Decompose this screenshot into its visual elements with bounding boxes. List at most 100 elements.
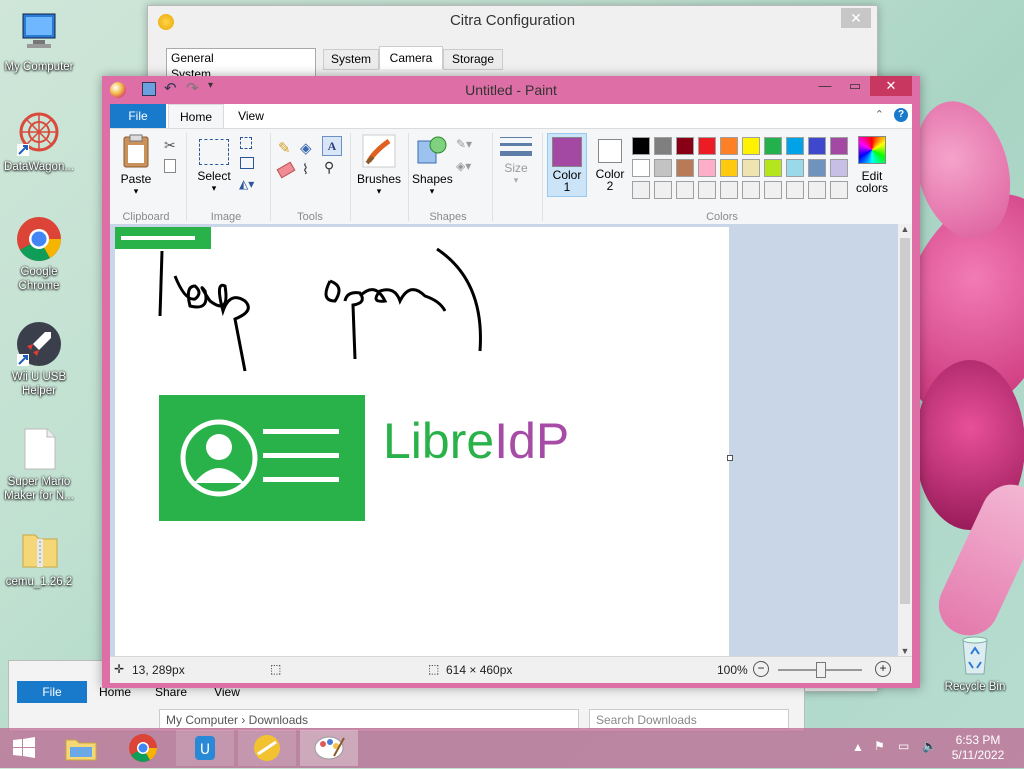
- svg-text:U: U: [200, 742, 210, 758]
- taskbar-file-explorer[interactable]: [52, 730, 110, 766]
- close-button[interactable]: ✕: [870, 76, 912, 96]
- palette-swatch[interactable]: [764, 137, 782, 155]
- maximize-button[interactable]: ▭: [840, 76, 870, 96]
- zoom-in-button[interactable]: +: [875, 661, 891, 677]
- palette-swatch[interactable]: [830, 159, 848, 177]
- citra-icon: [254, 735, 280, 761]
- palette-swatch[interactable]: [654, 159, 672, 177]
- crop-icon[interactable]: [240, 137, 252, 149]
- fill-icon[interactable]: ◈: [300, 139, 312, 157]
- show-hidden-icons[interactable]: ▲: [852, 740, 864, 754]
- palette-swatch[interactable]: [808, 137, 826, 155]
- custom-color-slot[interactable]: [786, 181, 804, 199]
- citra-close-button[interactable]: ✕: [841, 8, 871, 28]
- palette-swatch[interactable]: [742, 137, 760, 155]
- taskbar-chrome[interactable]: [114, 730, 172, 766]
- resize-icon[interactable]: [240, 157, 254, 169]
- palette-swatch[interactable]: [676, 137, 694, 155]
- minimize-button[interactable]: —: [810, 76, 840, 96]
- drawing-canvas[interactable]: LibreIdP: [115, 227, 733, 656]
- palette-swatch[interactable]: [720, 137, 738, 155]
- taskbar-wii-u-usb-helper[interactable]: U: [176, 730, 234, 766]
- palette-swatch[interactable]: [676, 159, 694, 177]
- desktop-icon-recycle-bin[interactable]: Recycle Bin: [938, 630, 1012, 694]
- clock-time: 6:53 PM: [955, 733, 1001, 747]
- palette-swatch[interactable]: [632, 159, 650, 177]
- scroll-up-icon[interactable]: ▲: [898, 224, 912, 234]
- clock[interactable]: 6:53 PM 5/11/2022: [948, 733, 1008, 763]
- fill-style-icon[interactable]: ◈▾: [456, 159, 471, 173]
- zoom-slider-thumb[interactable]: [816, 662, 826, 678]
- desktop-icon-label: Super Mario Maker for N...: [4, 476, 74, 502]
- zoom-out-button[interactable]: −: [753, 661, 769, 677]
- palette-swatch[interactable]: [764, 159, 782, 177]
- citra-tab-system[interactable]: System: [323, 49, 379, 70]
- outline-icon[interactable]: ✎▾: [456, 137, 472, 151]
- desktop-icon-datawagon[interactable]: DataWagon...: [2, 110, 76, 174]
- desktop-icon-my-computer[interactable]: My Computer: [2, 10, 76, 74]
- action-center-flag-icon[interactable]: ⚑: [874, 739, 885, 753]
- citra-sidebar-item-general[interactable]: General: [167, 49, 315, 67]
- tab-file[interactable]: File: [110, 104, 166, 128]
- text-icon[interactable]: A: [322, 136, 342, 156]
- scrollbar-thumb[interactable]: [900, 238, 910, 604]
- explorer-address-bar[interactable]: My Computer › Downloads: [159, 709, 579, 729]
- custom-color-slot[interactable]: [720, 181, 738, 199]
- custom-color-slot[interactable]: [808, 181, 826, 199]
- taskbar-citra[interactable]: [238, 730, 296, 766]
- desktop-icon-cemu[interactable]: cemu_1.26.2: [2, 525, 76, 589]
- custom-color-slot[interactable]: [698, 181, 716, 199]
- palette-swatch[interactable]: [742, 159, 760, 177]
- shapes-button[interactable]: Shapes ▾: [412, 133, 453, 197]
- canvas-resize-handle[interactable]: [727, 455, 733, 461]
- size-button[interactable]: Size ▾: [496, 133, 536, 197]
- palette-swatch[interactable]: [786, 137, 804, 155]
- scroll-down-icon[interactable]: ▼: [898, 646, 912, 656]
- copy-icon[interactable]: [164, 159, 176, 173]
- magnifier-icon[interactable]: ⚲: [324, 159, 334, 176]
- group-label-shapes: Shapes: [429, 211, 467, 223]
- custom-color-slot[interactable]: [654, 181, 672, 199]
- palette-swatch[interactable]: [698, 159, 716, 177]
- citra-tab-storage[interactable]: Storage: [443, 49, 503, 70]
- brushes-button[interactable]: Brushes ▾: [354, 133, 404, 197]
- palette-swatch[interactable]: [830, 137, 848, 155]
- custom-color-slot[interactable]: [830, 181, 848, 199]
- color-picker-icon[interactable]: ⌇: [302, 161, 309, 178]
- paste-button[interactable]: Paste ▾: [114, 133, 158, 197]
- tab-view[interactable]: View: [228, 104, 274, 128]
- citra-tab-camera[interactable]: Camera: [379, 46, 443, 69]
- pencil-icon[interactable]: ✎: [278, 139, 291, 157]
- cut-icon[interactable]: ✂: [164, 137, 176, 154]
- rotate-icon[interactable]: ◭▾: [239, 177, 254, 191]
- start-button[interactable]: [0, 730, 48, 766]
- color2-button[interactable]: Color 2: [590, 133, 630, 197]
- palette-swatch[interactable]: [786, 159, 804, 177]
- color1-button[interactable]: Color 1: [547, 133, 587, 197]
- vertical-scrollbar[interactable]: ▲ ▼: [898, 224, 912, 656]
- palette-swatch[interactable]: [632, 137, 650, 155]
- palette-swatch[interactable]: [720, 159, 738, 177]
- explorer-search-input[interactable]: Search Downloads: [589, 709, 789, 729]
- ribbon-collapse-icon[interactable]: ⌃: [875, 108, 884, 121]
- custom-color-slot[interactable]: [632, 181, 650, 199]
- zoom-level: 100%: [717, 663, 748, 677]
- palette-swatch[interactable]: [808, 159, 826, 177]
- volume-icon[interactable]: 🔈: [922, 739, 937, 753]
- tab-home[interactable]: Home: [168, 104, 224, 129]
- explorer-tab-file[interactable]: File: [17, 681, 87, 703]
- custom-color-slot[interactable]: [742, 181, 760, 199]
- custom-color-slot[interactable]: [764, 181, 782, 199]
- edit-colors-button[interactable]: Edit colors: [854, 133, 890, 197]
- custom-color-slot[interactable]: [676, 181, 694, 199]
- desktop-icon-wii-u-usb-helper[interactable]: Wii U USB Helper: [2, 320, 76, 398]
- palette-swatch[interactable]: [698, 137, 716, 155]
- eraser-icon[interactable]: [276, 161, 296, 179]
- taskbar-paint[interactable]: [300, 730, 358, 766]
- select-button[interactable]: Select ▾: [194, 133, 234, 197]
- network-icon[interactable]: ▭: [898, 739, 909, 753]
- palette-swatch[interactable]: [654, 137, 672, 155]
- desktop-icon-google-chrome[interactable]: Google Chrome: [2, 215, 76, 293]
- desktop-icon-super-mario-maker[interactable]: Super Mario Maker for N...: [2, 425, 76, 503]
- help-icon[interactable]: ?: [894, 108, 908, 122]
